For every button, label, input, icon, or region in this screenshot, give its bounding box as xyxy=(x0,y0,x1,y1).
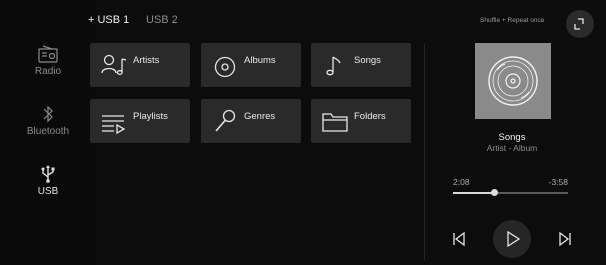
tab-usb-2[interactable]: USB 2 xyxy=(146,14,178,26)
next-track-icon[interactable] xyxy=(557,231,573,247)
music-note-icon xyxy=(326,56,341,76)
source-sidebar: Radio Bluetooth USB xyxy=(0,0,96,265)
category-artists[interactable]: Artists xyxy=(90,43,190,87)
category-songs[interactable]: Songs xyxy=(311,43,411,87)
source-usb-label: USB xyxy=(37,186,59,197)
category-genres-label: Genres xyxy=(244,111,276,122)
category-artists-label: Artists xyxy=(133,55,160,66)
microphone-icon xyxy=(215,109,236,132)
panel-divider xyxy=(424,43,425,261)
minimize-button[interactable] xyxy=(566,10,594,38)
usb-icon xyxy=(41,165,55,183)
source-bluetooth-label: Bluetooth xyxy=(26,126,70,137)
play-icon xyxy=(507,230,521,248)
progress-handle[interactable] xyxy=(491,189,499,196)
tab-usb-1[interactable]: + USB 1 xyxy=(88,14,129,26)
source-radio[interactable]: Radio xyxy=(0,44,96,77)
source-radio-label: Radio xyxy=(34,66,62,77)
category-playlists-label: Playlists xyxy=(133,111,168,122)
now-playing-title: Songs xyxy=(498,132,526,143)
bluetooth-icon xyxy=(43,105,53,123)
category-songs-label: Songs xyxy=(354,55,381,66)
album-art xyxy=(475,43,551,119)
category-folders[interactable]: Folders xyxy=(311,99,411,143)
radio-icon xyxy=(38,45,58,63)
play-button[interactable] xyxy=(493,220,531,258)
remaining-time: -3:58 xyxy=(548,177,568,187)
category-genres[interactable]: Genres xyxy=(201,99,301,143)
folder-icon xyxy=(322,113,348,132)
now-playing-subtitle: Artist - Album xyxy=(486,143,538,153)
category-playlists[interactable]: Playlists xyxy=(90,99,190,143)
elapsed-time: 2:08 xyxy=(453,177,470,187)
progress-fill xyxy=(453,192,495,194)
progress-slider[interactable] xyxy=(453,189,568,196)
collapse-icon xyxy=(574,18,584,30)
album-icon xyxy=(214,56,236,78)
previous-track-icon[interactable] xyxy=(451,231,467,247)
source-bluetooth[interactable]: Bluetooth xyxy=(0,104,96,137)
vinyl-record-icon xyxy=(488,56,538,106)
play-mode-label: Shuffle + Repeat once xyxy=(480,17,545,24)
category-folders-label: Folders xyxy=(354,111,386,122)
playlist-icon xyxy=(102,115,126,135)
source-usb[interactable]: USB xyxy=(0,164,96,197)
artist-icon xyxy=(101,54,127,75)
category-albums-label: Albums xyxy=(244,55,276,66)
category-albums[interactable]: Albums xyxy=(201,43,301,87)
